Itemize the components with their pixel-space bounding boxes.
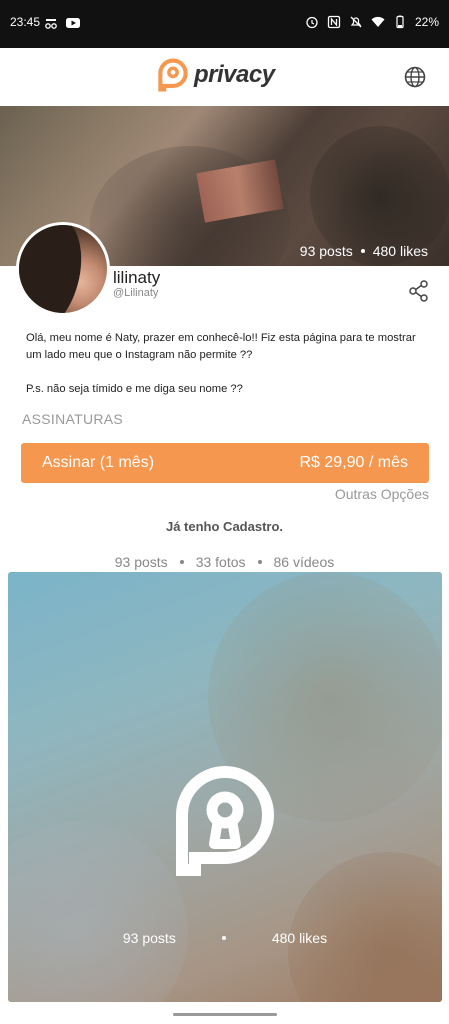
wifi-icon bbox=[371, 15, 385, 29]
separator-dot bbox=[360, 249, 365, 253]
subscribe-button-label: Assinar (1 mês) bbox=[42, 454, 155, 471]
subscribe-button[interactable]: Assinar (1 mês) R$ 29,90 / mês bbox=[21, 443, 429, 483]
locked-media-card[interactable]: 93 posts 480 likes bbox=[8, 572, 442, 1002]
media-posts-count: 93 posts bbox=[122, 930, 176, 946]
bio-text: Olá, meu nome é Naty, prazer em conhecê-… bbox=[26, 332, 416, 361]
logo-text: privacy bbox=[194, 61, 275, 88]
subscribe-button-price: R$ 29,90 / mês bbox=[299, 454, 409, 471]
mute-icon bbox=[349, 15, 363, 29]
separator-dot bbox=[257, 560, 262, 564]
incognito-icon bbox=[44, 16, 58, 30]
battery-icon bbox=[393, 15, 407, 29]
privacy-logo-icon bbox=[158, 58, 188, 92]
profile-name: lilinaty bbox=[113, 268, 161, 287]
alarm-icon bbox=[305, 15, 319, 29]
media-stats: 93 posts 480 likes bbox=[8, 930, 442, 946]
profile-bio: Olá, meu nome é Naty, prazer em conhecê-… bbox=[26, 330, 416, 398]
status-time: 23:45 bbox=[10, 15, 41, 29]
privacy-lock-icon bbox=[176, 765, 275, 876]
already-registered-link[interactable]: Já tenho Cadastro. bbox=[0, 519, 449, 534]
separator-dot bbox=[179, 560, 184, 564]
status-bar: 23:45 22% bbox=[0, 0, 449, 48]
cover-posts-count: 93 posts bbox=[299, 243, 353, 259]
nfc-icon bbox=[327, 15, 341, 29]
privacy-logo[interactable]: privacy bbox=[158, 58, 275, 92]
battery-percent: 22% bbox=[414, 15, 439, 29]
globe-icon[interactable] bbox=[403, 65, 427, 89]
videos-count[interactable]: 86 vídeos bbox=[274, 554, 335, 570]
subscriptions-heading: ASSINATURAS bbox=[22, 411, 124, 427]
cover-stats: 93 posts 480 likes bbox=[300, 243, 428, 259]
app-header: privacy bbox=[0, 48, 449, 107]
home-indicator[interactable] bbox=[173, 1013, 277, 1016]
posts-count[interactable]: 93 posts bbox=[115, 554, 168, 570]
separator-dot bbox=[221, 936, 226, 940]
share-icon[interactable] bbox=[409, 280, 429, 302]
avatar[interactable] bbox=[16, 222, 110, 316]
bio-ps-text: P.s. não seja tímido e me diga seu nome … bbox=[26, 383, 243, 395]
youtube-icon bbox=[66, 16, 80, 30]
other-options-link[interactable]: Outras Opções bbox=[335, 486, 429, 502]
profile-handle: @Lilinaty bbox=[113, 287, 159, 299]
photos-count[interactable]: 33 fotos bbox=[196, 554, 246, 570]
content-counts: 93 posts 33 fotos 86 vídeos bbox=[0, 554, 449, 570]
cover-likes-count: 480 likes bbox=[372, 243, 428, 259]
media-likes-count: 480 likes bbox=[271, 930, 328, 946]
